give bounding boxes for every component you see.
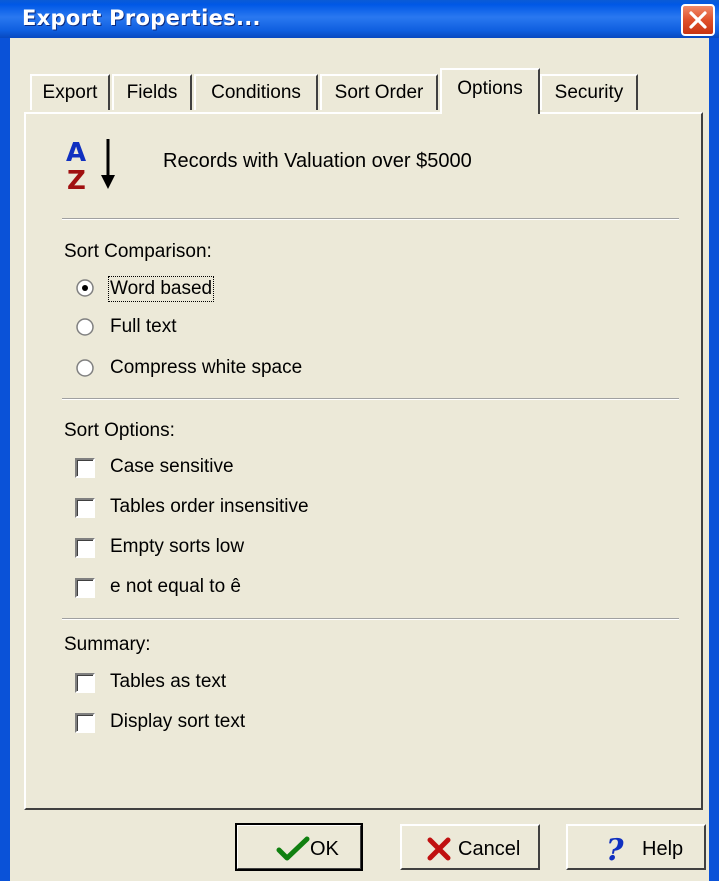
x-icon bbox=[426, 836, 452, 868]
word-based-label[interactable]: Word based bbox=[107, 276, 215, 302]
help-label: Help bbox=[642, 838, 684, 860]
display-sort-text-label[interactable]: Display sort text bbox=[110, 711, 245, 733]
ok-button[interactable]: OK bbox=[235, 823, 363, 871]
sort-options-label: Sort Options: bbox=[64, 420, 175, 441]
tab-export[interactable]: Export bbox=[30, 74, 110, 110]
close-button[interactable] bbox=[681, 4, 715, 36]
svg-text:Z: Z bbox=[67, 166, 86, 193]
ok-label: OK bbox=[310, 838, 339, 860]
checkbox-tables-as-text[interactable] bbox=[75, 673, 95, 693]
tab-label: Fields bbox=[126, 82, 178, 103]
compress-white-space-label[interactable]: Compress white space bbox=[110, 357, 302, 379]
cancel-button[interactable]: Cancel bbox=[400, 824, 540, 870]
close-icon bbox=[689, 11, 707, 29]
checkbox-case-sensitive[interactable] bbox=[75, 458, 95, 478]
svg-text:A: A bbox=[66, 138, 86, 168]
tab-sort-order[interactable]: Sort Order bbox=[320, 74, 438, 110]
radio-word-based[interactable] bbox=[76, 279, 94, 297]
checkmark-icon bbox=[276, 836, 310, 868]
full-text-label[interactable]: Full text bbox=[110, 316, 177, 338]
e-not-equal-label[interactable]: e not equal to ê bbox=[110, 576, 241, 598]
case-sensitive-label[interactable]: Case sensitive bbox=[110, 456, 234, 478]
tab-label: Security bbox=[554, 82, 624, 103]
checkbox-tables-order-insensitive[interactable] bbox=[75, 498, 95, 518]
separator bbox=[62, 398, 679, 400]
tab-label: Export bbox=[42, 82, 98, 103]
radio-full-text[interactable] bbox=[76, 318, 94, 336]
window-frame-left bbox=[0, 38, 10, 881]
sort-az-icon: A Z bbox=[64, 135, 124, 198]
checkbox-e-not-equal[interactable] bbox=[75, 578, 95, 598]
tab-options[interactable]: Options bbox=[440, 68, 540, 114]
sort-description: Records with Valuation over $5000 bbox=[163, 150, 472, 172]
empty-sorts-low-label[interactable]: Empty sorts low bbox=[110, 536, 244, 558]
tables-as-text-label[interactable]: Tables as text bbox=[110, 671, 226, 693]
svg-text:?: ? bbox=[606, 834, 624, 864]
checkbox-display-sort-text[interactable] bbox=[75, 713, 95, 733]
title-bar: Export Properties... bbox=[0, 0, 719, 38]
tab-fields[interactable]: Fields bbox=[112, 74, 192, 110]
sort-comparison-label: Sort Comparison: bbox=[64, 241, 212, 262]
question-icon: ? bbox=[604, 833, 630, 870]
checkbox-empty-sorts-low[interactable] bbox=[75, 538, 95, 558]
radio-compress-white-space[interactable] bbox=[76, 359, 94, 377]
tables-order-insensitive-label[interactable]: Tables order insensitive bbox=[110, 496, 309, 518]
summary-label: Summary: bbox=[64, 634, 151, 655]
tab-label: Options bbox=[457, 78, 523, 99]
tab-label: Sort Order bbox=[334, 82, 424, 103]
tab-security[interactable]: Security bbox=[540, 74, 638, 110]
help-button[interactable]: ? Help bbox=[566, 824, 706, 870]
cancel-label: Cancel bbox=[458, 838, 521, 860]
tab-conditions[interactable]: Conditions bbox=[194, 74, 318, 110]
separator bbox=[62, 218, 679, 220]
window-frame-right bbox=[709, 38, 719, 881]
tab-label: Conditions bbox=[211, 82, 301, 103]
window-title: Export Properties... bbox=[22, 6, 261, 30]
separator bbox=[62, 618, 679, 620]
